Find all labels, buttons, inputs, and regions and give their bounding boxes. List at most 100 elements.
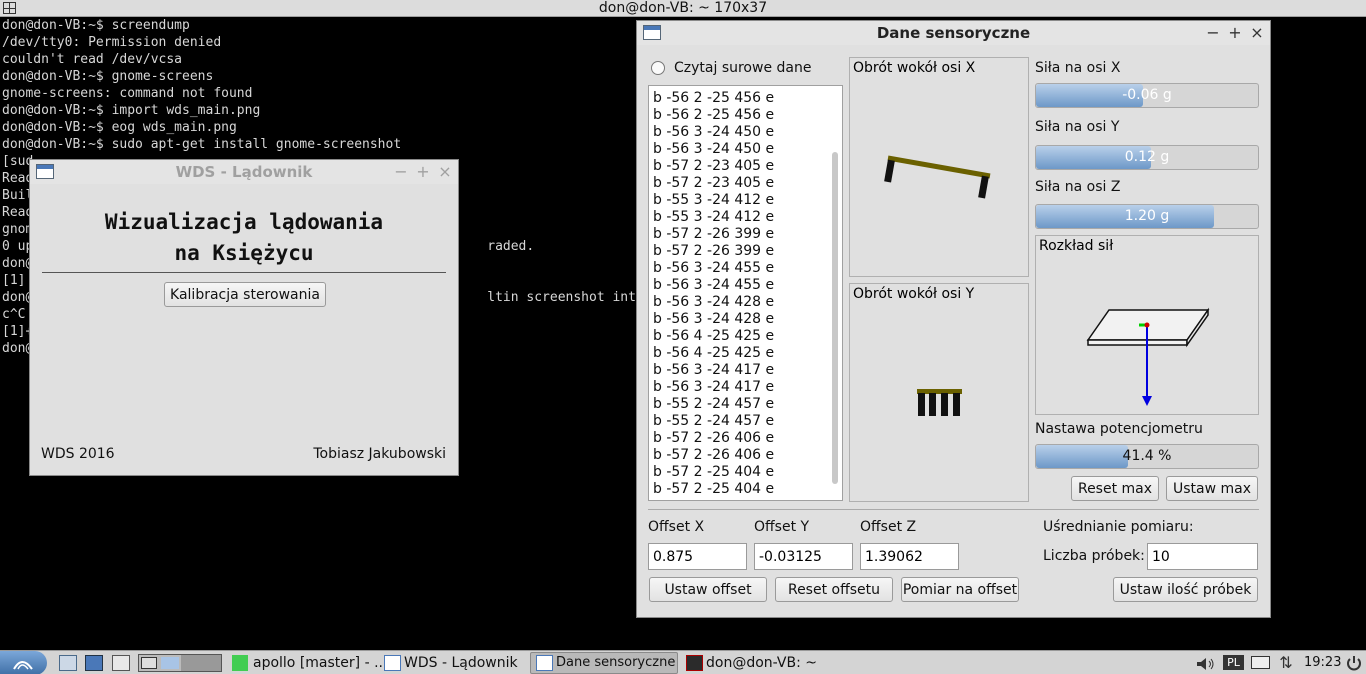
- list-item[interactable]: b -56 3 -24 417 e: [649, 379, 827, 396]
- terminal-icon: [686, 655, 703, 671]
- maximize-icon[interactable]: +: [1228, 23, 1242, 43]
- list-item[interactable]: b -55 2 -24 457 e: [649, 396, 827, 413]
- lander-heading-line1: Wizualizacja lądowania: [104, 210, 384, 234]
- top-title: don@don-VB: ~ 170x37: [598, 0, 768, 16]
- lander-window: WDS - Lądownik − + × Wizualizacja lądowa…: [29, 159, 459, 476]
- task-apollo[interactable]: apollo [master] - ...: [253, 651, 387, 674]
- force-z-value: 1.20 g: [1124, 208, 1170, 224]
- force-y-bar: 0.12 g: [1035, 145, 1259, 170]
- list-item[interactable]: b -55 3 -24 412 e: [649, 209, 827, 226]
- task-lander[interactable]: WDS - Lądownik: [404, 651, 518, 674]
- calibrate-button[interactable]: Kalibracja sterowania: [164, 282, 326, 307]
- set-samples-button[interactable]: Ustaw ilość próbek: [1113, 577, 1258, 602]
- list-item[interactable]: b -56 3 -24 417 e: [649, 362, 827, 379]
- keyboard-layout[interactable]: PL: [1223, 655, 1244, 670]
- samples-label: Liczba próbek:: [1043, 548, 1145, 564]
- section-divider: [648, 509, 1259, 510]
- list-scrollbar[interactable]: [832, 152, 838, 484]
- force-z-label: Siła na osi Z: [1035, 179, 1121, 195]
- list-item[interactable]: b -56 4 -25 425 e: [649, 328, 827, 345]
- list-item[interactable]: b -57 2 -26 406 e: [649, 430, 827, 447]
- list-item[interactable]: b -56 3 -24 455 e: [649, 260, 827, 277]
- sensor-titlebar[interactable]: Dane sensoryczne − + ×: [637, 21, 1270, 45]
- offset-y-label: Offset Y: [754, 519, 810, 535]
- list-item[interactable]: b -56 2 -25 456 e: [649, 107, 827, 124]
- sensor-title: Dane sensoryczne: [876, 24, 1031, 42]
- keyboard-icon[interactable]: [1251, 656, 1270, 669]
- lander-footer-left: WDS 2016: [41, 446, 115, 462]
- heading-divider: [42, 272, 446, 273]
- files-icon[interactable]: [59, 655, 77, 671]
- set-max-button[interactable]: Ustaw max: [1166, 476, 1258, 501]
- samples-field[interactable]: 10: [1147, 543, 1258, 570]
- volume-icon[interactable]: [1196, 656, 1216, 670]
- force-y-value: 0.12 g: [1124, 149, 1170, 165]
- rotation-x-view: [884, 155, 991, 199]
- averaging-label: Uśrednianie pomiaru:: [1043, 519, 1194, 535]
- minimize-icon[interactable]: −: [1206, 23, 1220, 43]
- network-arrows-icon[interactable]: ⇅: [1276, 654, 1296, 672]
- raw-data-radio[interactable]: [651, 61, 665, 75]
- list-item[interactable]: b -57 2 -23 405 e: [649, 158, 827, 175]
- list-item[interactable]: b -57 2 -25 404 e: [649, 464, 827, 481]
- list-item[interactable]: b -56 2 -25 456 e: [649, 90, 827, 107]
- measure-offset-button[interactable]: Pomiar na offset: [901, 577, 1019, 602]
- qt-creator-icon: [232, 655, 248, 671]
- set-offset-button[interactable]: Ustaw offset: [649, 577, 767, 602]
- raw-data-list[interactable]: b -56 2 -25 456 eb -56 2 -25 456 eb -56 …: [648, 85, 843, 501]
- list-item[interactable]: b -57 2 -23 405 e: [649, 175, 827, 192]
- app-window-icon: [536, 655, 553, 671]
- close-icon[interactable]: ×: [438, 162, 452, 182]
- offset-z-field[interactable]: 1.39062: [860, 543, 959, 570]
- list-item[interactable]: b -57 2 -26 406 e: [649, 447, 827, 464]
- workspace-switcher[interactable]: [138, 654, 222, 672]
- lander-heading-line2: na Księżycu: [174, 241, 314, 265]
- rotation-y-panel: Obrót wokół osi Y: [849, 283, 1029, 502]
- list-item[interactable]: b -56 3 -24 428 e: [649, 294, 827, 311]
- taskbar: apollo [master] - ... WDS - Lądownik Dan…: [0, 650, 1366, 674]
- list-item[interactable]: b -57 2 -26 399 e: [649, 226, 827, 243]
- list-item[interactable]: b -56 3 -24 428 e: [649, 311, 827, 328]
- clock[interactable]: 19:23: [1304, 651, 1341, 674]
- lander-footer-right: Tobiasz Jakubowski: [313, 446, 446, 462]
- list-item[interactable]: b -55 3 -24 412 e: [649, 192, 827, 209]
- list-item[interactable]: b -57 2 -25 404 e: [649, 481, 827, 498]
- reset-max-button[interactable]: Reset max: [1071, 476, 1159, 501]
- potentiometer-bar: 41.4 %: [1035, 444, 1259, 469]
- list-item[interactable]: b -56 3 -24 455 e: [649, 277, 827, 294]
- list-item[interactable]: b -55 2 -24 457 e: [649, 413, 827, 430]
- top-titlebar: don@don-VB: ~ 170x37: [0, 0, 1366, 17]
- potentiometer-label: Nastawa potencjometru: [1035, 421, 1203, 437]
- offset-x-field[interactable]: 0.875: [648, 543, 747, 570]
- rotation-x-panel: Obrót wokół osi X: [849, 57, 1029, 277]
- list-item[interactable]: b -56 3 -24 450 e: [649, 124, 827, 141]
- list-item[interactable]: b -57 2 -26 399 e: [649, 243, 827, 260]
- task-sensor[interactable]: Dane sensoryczne: [556, 651, 675, 674]
- power-icon[interactable]: [1345, 654, 1363, 672]
- minimize-icon[interactable]: −: [394, 162, 408, 182]
- list-item[interactable]: b -56 4 -25 425 e: [649, 345, 827, 362]
- network-icon[interactable]: [85, 655, 103, 671]
- rotation-y-view: [917, 389, 962, 416]
- force-x-label: Siła na osi X: [1035, 60, 1121, 76]
- force-z-bar: 1.20 g: [1035, 204, 1259, 229]
- close-icon[interactable]: ×: [1250, 23, 1264, 43]
- maximize-icon[interactable]: +: [416, 162, 430, 182]
- offset-x-label: Offset X: [648, 519, 705, 535]
- lander-titlebar[interactable]: WDS - Lądownik − + ×: [30, 160, 458, 184]
- force-x-bar: -0.06 g: [1035, 83, 1259, 108]
- list-item[interactable]: b -56 3 -24 450 e: [649, 141, 827, 158]
- window-icon[interactable]: [112, 655, 130, 671]
- force-distribution-view: [1086, 307, 1210, 406]
- force-x-value: -0.06 g: [1122, 87, 1172, 103]
- raw-data-radio-label[interactable]: Czytaj surowe dane: [674, 60, 811, 76]
- potentiometer-value: 41.4 %: [1122, 448, 1172, 464]
- offset-y-field[interactable]: -0.03125: [754, 543, 853, 570]
- app-window-icon: [384, 655, 401, 671]
- force-distribution-panel: Rozkład sił: [1035, 235, 1259, 415]
- reset-offset-button[interactable]: Reset offsetu: [775, 577, 893, 602]
- force-y-label: Siła na osi Y: [1035, 119, 1120, 135]
- task-terminal[interactable]: don@don-VB: ~: [706, 651, 817, 674]
- offset-z-label: Offset Z: [860, 519, 917, 535]
- start-menu-icon[interactable]: [0, 651, 47, 674]
